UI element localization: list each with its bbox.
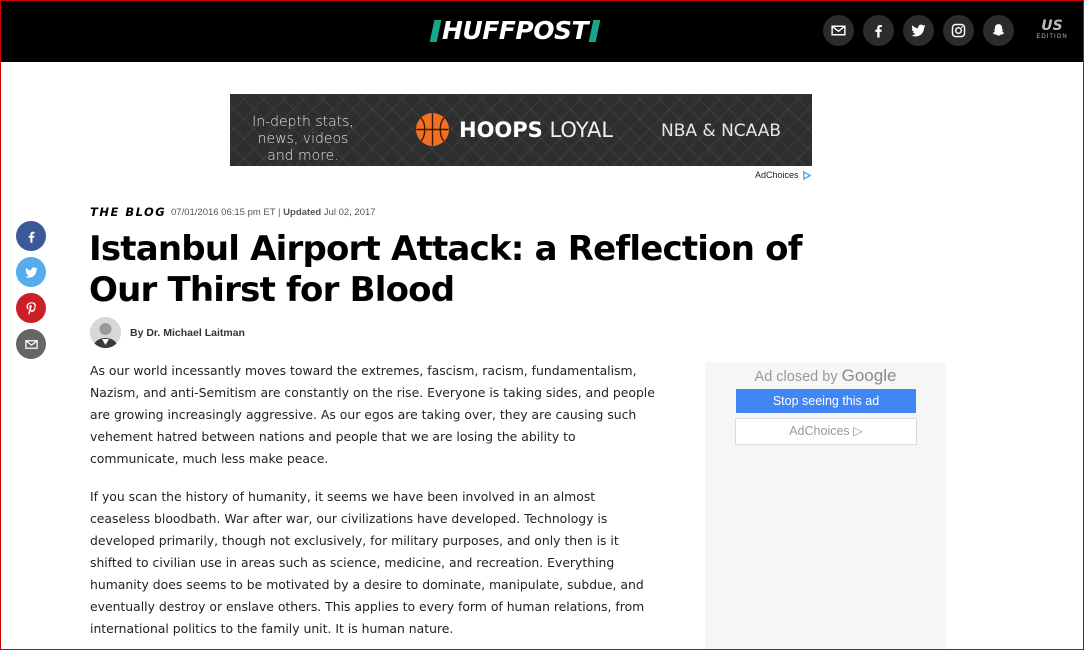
google-logo: Google (841, 366, 897, 385)
article-paragraph: As our world incessantly moves toward th… (90, 363, 655, 466)
share-email-button[interactable] (16, 329, 46, 359)
article-paragraph: If you scan the history of humanity, it … (90, 489, 645, 636)
ad-closed-message: Ad closed by Google (705, 366, 946, 386)
article-body: As our world incessantly moves toward th… (90, 360, 658, 650)
ad-closed-text: Ad closed by (754, 369, 838, 385)
ad-leagues: NBA & NCAAB (661, 121, 782, 141)
logo-text: HUFFPOST (442, 16, 589, 45)
instagram-icon (951, 23, 966, 38)
share-pinterest-button[interactable] (16, 293, 46, 323)
facebook-icon (875, 25, 882, 38)
edition-sublabel: EDITION (1036, 34, 1068, 40)
edition-label: US (1041, 18, 1063, 34)
ad-brand: HOOPS LOYAL (459, 117, 613, 143)
header-instagram-button[interactable] (943, 15, 974, 46)
snapchat-icon (992, 24, 1005, 36)
stop-seeing-ad-button[interactable]: Stop seeing this ad (736, 389, 916, 413)
email-icon (831, 25, 846, 36)
article-timestamp: 07/01/2016 06:15 pm ET | Updated Jul 02,… (171, 207, 376, 218)
publish-date: 07/01/2016 06:15 pm ET (171, 207, 276, 218)
email-icon (24, 339, 38, 349)
ad-brand-bold: HOOPS (459, 118, 543, 142)
edition-switcher[interactable]: US EDITION (1033, 19, 1071, 40)
ad-brand-light: LOYAL (549, 118, 614, 142)
side-ad-closed: Ad closed by Google Stop seeing this ad … (705, 362, 946, 650)
huffpost-logo[interactable]: HUFFPOST (429, 16, 601, 45)
top-ad-banner[interactable]: In-depth stats, news, videos and more. H… (230, 94, 812, 166)
adchoices-label: AdChoices (755, 170, 799, 180)
section-kicker[interactable]: THE BLOG (90, 205, 166, 219)
header-snapchat-button[interactable] (983, 15, 1014, 46)
header-facebook-button[interactable] (863, 15, 894, 46)
basketball-icon (416, 113, 449, 146)
share-facebook-button[interactable] (16, 221, 46, 251)
header-email-button[interactable] (823, 15, 854, 46)
updated-label: Updated (283, 207, 322, 218)
pinterest-icon (26, 301, 36, 315)
facebook-icon (28, 231, 34, 243)
updated-date: Jul 02, 2017 (323, 207, 376, 218)
header-twitter-button[interactable] (903, 15, 934, 46)
author-byline[interactable]: By Dr. Michael Laitman (130, 327, 245, 339)
adchoices-link[interactable]: AdChoices (755, 170, 811, 180)
avatar[interactable] (90, 317, 121, 348)
twitter-icon (24, 266, 38, 278)
twitter-icon (911, 24, 926, 37)
site-header: HUFFPOST US EDITION (0, 0, 1084, 62)
meta-separator: | (278, 207, 281, 218)
article-headline: Istanbul Airport Attack: a Reflection of… (89, 229, 803, 310)
adchoices-button[interactable]: AdChoices ▷ (735, 418, 917, 445)
ad-tagline: In-depth stats, news, videos and more. (252, 114, 354, 164)
share-twitter-button[interactable] (16, 257, 46, 287)
adchoices-icon (802, 170, 811, 180)
